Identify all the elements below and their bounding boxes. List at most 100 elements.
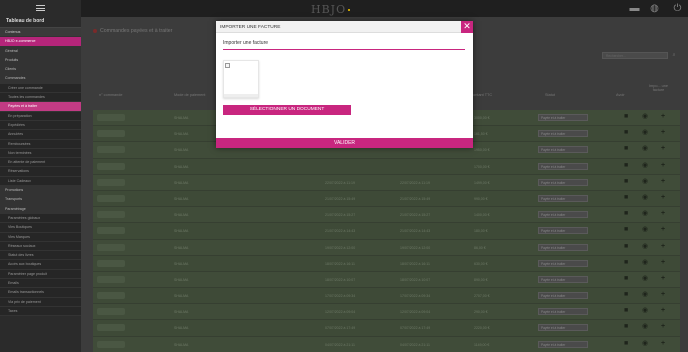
folder-icon[interactable]: ■ [624, 194, 628, 202]
invoice-field-underline[interactable] [223, 49, 465, 50]
status-select[interactable]: Payée et à traiter [538, 194, 588, 202]
sidebar-item[interactable]: Clients [0, 65, 81, 75]
status-select[interactable]: Payée et à traiter [538, 211, 588, 219]
table-row[interactable]: SHALMA 18/07/2022 à 16:11 18/07/2022 à 16:… [93, 255, 680, 272]
table-row[interactable]: SHALMA 07/07/2022 à 17:49 07/07/2022 à 17:… [93, 320, 680, 337]
sidebar-item[interactable]: Via prix de paiement [0, 297, 81, 307]
eye-icon[interactable]: ◉ [642, 113, 648, 121]
sidebar-item[interactable]: HBJO e-commerce [0, 37, 81, 47]
col-order[interactable]: n° commande [99, 93, 122, 97]
eye-icon[interactable]: ◉ [642, 194, 648, 202]
add-icon[interactable]: + [661, 323, 665, 331]
folder-icon[interactable]: ■ [624, 226, 628, 234]
sidebar-item[interactable]: Paramètres globaux [0, 213, 81, 224]
col-amount[interactable]: Montant TTC [470, 93, 492, 97]
status-select[interactable]: Payée et à traiter [538, 227, 588, 235]
add-icon[interactable]: + [661, 307, 665, 315]
sidebar-item[interactable]: Promotions [0, 186, 81, 196]
sidebar-item[interactable]: Emails transactionnels [0, 288, 81, 298]
table-row[interactable]: SHALMA 04/07/2022 à 21:11 04/07/2022 à 21:… [93, 336, 680, 352]
sidebar-item[interactable]: Commandes [0, 74, 81, 84]
table-row[interactable]: SHALMA 21/07/2022 à 14:43 21/07/2022 à 14:… [93, 223, 680, 240]
folder-icon[interactable]: ▬ [628, 2, 641, 15]
sidebar-item[interactable]: Remboursées [0, 139, 81, 149]
add-icon[interactable]: + [661, 210, 665, 218]
folder-icon[interactable]: ■ [624, 210, 628, 218]
table-row[interactable]: SHALMA 19/07/2022 à 12:00 19/07/2022 à 12:… [93, 239, 680, 256]
sidebar-title[interactable]: Tableau de bord [0, 15, 81, 28]
folder-icon[interactable]: ■ [624, 145, 628, 153]
status-select[interactable]: Payée et à traiter [538, 292, 588, 300]
folder-icon[interactable]: ■ [624, 243, 628, 251]
add-icon[interactable]: + [661, 340, 665, 348]
sidebar-item[interactable]: Créer une commande [0, 83, 81, 94]
eye-icon[interactable]: ◉ [642, 226, 648, 234]
eye-icon[interactable]: ◉ [642, 323, 648, 331]
select-document-button[interactable]: SÉLECTIONNER UN DOCUMENT [223, 105, 351, 115]
folder-icon[interactable]: ■ [624, 162, 628, 170]
add-icon[interactable]: + [661, 145, 665, 153]
add-icon[interactable]: + [661, 194, 665, 202]
sidebar-item[interactable]: Contenus [0, 28, 81, 38]
eye-icon[interactable]: ◉ [642, 129, 648, 137]
sidebar-item[interactable]: Vies Boutiques [0, 223, 81, 233]
folder-icon[interactable]: ■ [624, 275, 628, 283]
search-icon[interactable]: ⌕ [670, 52, 678, 59]
table-row[interactable]: SHALMA 18/07/2022 à 10:07 18/07/2022 à 10:… [93, 271, 680, 289]
sidebar-item[interactable]: Expédiées [0, 120, 81, 131]
folder-icon[interactable]: ■ [624, 307, 628, 315]
add-icon[interactable]: + [661, 129, 665, 137]
eye-icon[interactable]: ◉ [642, 243, 648, 251]
sidebar-item[interactable]: En préparation [0, 111, 81, 121]
status-select[interactable]: Payée et à traiter [538, 259, 588, 267]
close-icon[interactable]: ✕ [461, 21, 473, 33]
table-row[interactable]: SHALMA 17/07/2022 à 09:34 17/07/2022 à 09:… [93, 288, 680, 305]
sidebar-item[interactable]: Général [0, 46, 81, 56]
eye-icon[interactable]: ◉ [642, 291, 648, 299]
col-status[interactable]: Statut [545, 93, 555, 97]
sidebar-item[interactable]: Réseaux sociaux [0, 241, 81, 252]
sidebar-item[interactable]: Transports [0, 195, 81, 205]
status-select[interactable]: Payée et à traiter [538, 114, 588, 121]
col-payment[interactable]: Mode de paiement [174, 93, 205, 97]
sidebar-item[interactable]: Accès aux boutiques [0, 260, 81, 270]
sidebar-item[interactable]: Réservations [0, 167, 81, 177]
sidebar-item[interactable]: Emails [0, 279, 81, 289]
table-row[interactable]: SHALMA 21/07/2022 à 15:49 21/07/2022 à 15:… [93, 190, 680, 208]
eye-icon[interactable]: ◉ [642, 307, 648, 315]
add-icon[interactable]: + [661, 275, 665, 283]
sidebar-item[interactable]: Statut des livres [0, 251, 81, 261]
folder-icon[interactable]: ■ [624, 323, 628, 331]
status-select[interactable]: Payée et à traiter [538, 243, 588, 251]
folder-icon[interactable]: ■ [624, 340, 628, 348]
status-select[interactable]: Payée et à traiter [538, 324, 588, 332]
sidebar-item[interactable]: Toutes les commandes [0, 93, 81, 103]
eye-icon[interactable]: ◉ [642, 275, 648, 283]
sidebar-item[interactable]: Vies Marques [0, 232, 81, 242]
eye-icon[interactable]: ◉ [642, 178, 648, 186]
folder-icon[interactable]: ■ [624, 113, 628, 121]
status-select[interactable]: Payée et à traiter [538, 146, 588, 154]
add-icon[interactable]: + [661, 226, 665, 234]
eye-icon[interactable]: ◉ [642, 210, 648, 218]
eye-icon[interactable]: ◉ [642, 259, 648, 267]
add-icon[interactable]: + [661, 291, 665, 299]
power-icon[interactable]: ⏻ [671, 2, 684, 15]
status-select[interactable]: Payée et à traiter [538, 178, 588, 186]
status-select[interactable]: Payée et à traiter [538, 130, 588, 138]
menu-toggle-button[interactable] [0, 0, 81, 15]
brand-logo[interactable]: HBJO [311, 3, 351, 16]
table-row[interactable]: SHALMA 12/07/2022 à 09:04 12/07/2022 à 09:… [93, 304, 680, 321]
sidebar-item[interactable]: Payées et à traiter [0, 102, 81, 112]
eye-icon[interactable]: ◉ [642, 162, 648, 170]
sidebar-item[interactable]: Annulées [0, 130, 81, 140]
status-select[interactable]: Payée et à traiter [538, 162, 588, 170]
eye-icon[interactable]: ◉ [642, 340, 648, 348]
add-icon[interactable]: + [661, 113, 665, 121]
folder-icon[interactable]: ■ [624, 178, 628, 186]
table-row[interactable]: SHALMA 22/07/2022 à 11:19 22/07/2022 à 11:… [93, 174, 680, 191]
sidebar-item[interactable]: Produits [0, 55, 81, 66]
add-icon[interactable]: + [661, 259, 665, 267]
table-row[interactable]: SHALMA 1700,00 € Payée et à traiter ■ ◉ + [93, 158, 680, 175]
folder-icon[interactable]: ■ [624, 259, 628, 267]
